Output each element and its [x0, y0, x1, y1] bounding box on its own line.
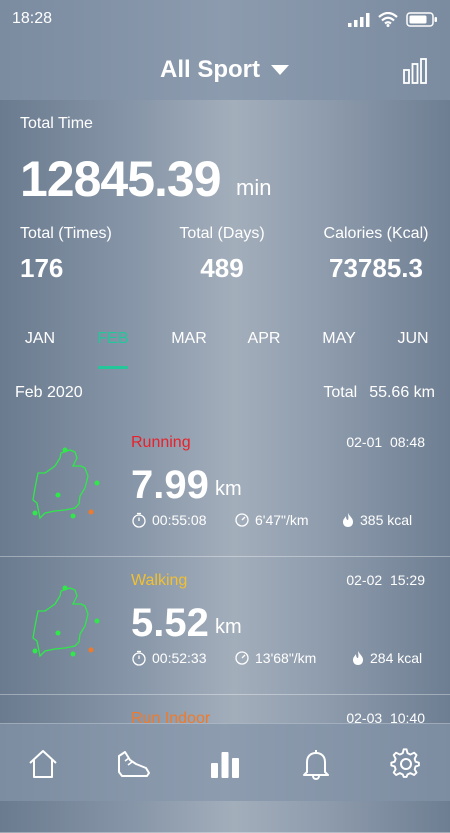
activity-calories: 385 kcal [360, 512, 413, 528]
activity-date: 02-01 [346, 434, 383, 450]
tab-notifications[interactable] [296, 744, 336, 784]
wifi-icon [378, 12, 398, 27]
status-bar: 18:28 [12, 10, 438, 32]
status-icons [348, 12, 438, 27]
tab-month-jan[interactable]: JAN [10, 330, 70, 348]
pace-icon [235, 513, 249, 527]
activity-date: 02-02 [346, 572, 383, 588]
flame-icon [353, 651, 363, 665]
title-wrap: All Sport [0, 56, 450, 84]
activity-datetime: 02-02 15:29 [346, 572, 425, 588]
total-times-label: Total (Times) [20, 225, 112, 242]
status-time: 18:28 [12, 10, 53, 27]
home-icon [29, 750, 57, 778]
stopwatch-icon [132, 650, 146, 666]
total-time-value: 12845.39 [20, 151, 222, 207]
activity-distance: 5.52 [131, 601, 209, 645]
activity-distance: 7.99 [131, 463, 209, 507]
sport-selector[interactable]: All Sport [160, 56, 290, 84]
period-total-label: Total [323, 384, 358, 401]
tab-stats[interactable] [205, 744, 245, 784]
stats-icon [211, 752, 239, 778]
activity-distance-unit: km [215, 478, 242, 500]
tab-month-feb[interactable]: FEB [83, 330, 143, 348]
tab-month-jun[interactable]: JUN [383, 330, 443, 348]
tab-workouts[interactable] [114, 744, 154, 784]
month-tabs: JAN FEB MAR APR MAY JUN [0, 330, 450, 370]
activity-datetime: 02-01 08:48 [346, 434, 425, 450]
period-label: Feb 2020 [15, 384, 83, 401]
total-time-label: Total Time [20, 115, 93, 132]
shoe-icon [118, 751, 150, 777]
summary-panel: Total Time 12845.39 min Total (Times) 17… [0, 100, 450, 430]
duration-item: 00:55:08 [131, 512, 207, 528]
tab-settings[interactable] [386, 744, 426, 784]
calories-value: 73785.3 [329, 253, 423, 283]
settings-icon [390, 748, 420, 778]
route-map [32, 585, 100, 658]
pace-icon [235, 651, 249, 665]
total-time-unit: min [236, 175, 272, 200]
activity-time: 08:48 [389, 434, 425, 450]
activity-card[interactable]: Walking 02-02 15:29 5.52 km 00:52:33 13'… [0, 556, 450, 695]
period-total-value: 55.66 km [369, 384, 435, 401]
period-row: Feb 2020 Total 55.66 km [0, 384, 450, 406]
tab-month-apr[interactable]: APR [234, 330, 294, 348]
total-days-label: Total (Days) [179, 225, 265, 242]
tab-home[interactable] [23, 744, 63, 784]
top-bar: 18:28 All Sport [0, 0, 450, 100]
stopwatch-icon [132, 512, 146, 528]
total-days-value: 489 [200, 253, 244, 283]
tab-month-mar[interactable]: MAR [159, 330, 219, 348]
bottom-tab-bar [0, 723, 450, 801]
stat-total-times: Total (Times) 176 [20, 225, 112, 284]
chart-icon[interactable] [402, 58, 428, 84]
flame-icon [343, 513, 353, 527]
active-month-indicator [98, 366, 128, 369]
activity-type: Running [131, 434, 191, 451]
activity-distance-unit: km [215, 616, 242, 638]
activity-calories: 284 kcal [370, 650, 423, 666]
activity-time: 15:29 [389, 572, 425, 588]
calories-item: 284 kcal [351, 650, 422, 666]
total-times-value: 176 [20, 253, 64, 283]
activity-duration: 00:55:08 [152, 512, 207, 528]
period-total: Total 55.66 km [323, 384, 435, 402]
chevron-down-icon [271, 65, 289, 75]
route-map [32, 447, 100, 520]
activity-meta: 00:55:08 6'47"/km 385 kcal [131, 512, 431, 532]
activity-card[interactable]: Running 02-01 08:48 7.99 km 00:55:08 6'4… [0, 418, 450, 557]
calories-label: Calories (Kcal) [323, 225, 429, 242]
activity-pace: 13'68"/km [255, 650, 317, 666]
page-title: All Sport [160, 56, 260, 83]
bell-icon [303, 750, 329, 780]
calories-item: 385 kcal [341, 512, 412, 528]
activity-duration: 00:52:33 [152, 650, 207, 666]
activity-type: Walking [131, 572, 188, 589]
signal-icon [348, 12, 370, 27]
activity-meta: 00:52:33 13'68"/km 284 kcal [131, 650, 431, 670]
stat-calories: Calories (Kcal) 73785.3 [318, 225, 434, 284]
tab-month-may[interactable]: MAY [309, 330, 369, 348]
activity-pace: 6'47"/km [255, 512, 309, 528]
duration-item: 00:52:33 [131, 650, 207, 666]
pace-item: 6'47"/km [234, 512, 309, 528]
stat-total-days: Total (Days) 489 [176, 225, 268, 284]
battery-icon [406, 12, 437, 27]
pace-item: 13'68"/km [234, 650, 316, 666]
